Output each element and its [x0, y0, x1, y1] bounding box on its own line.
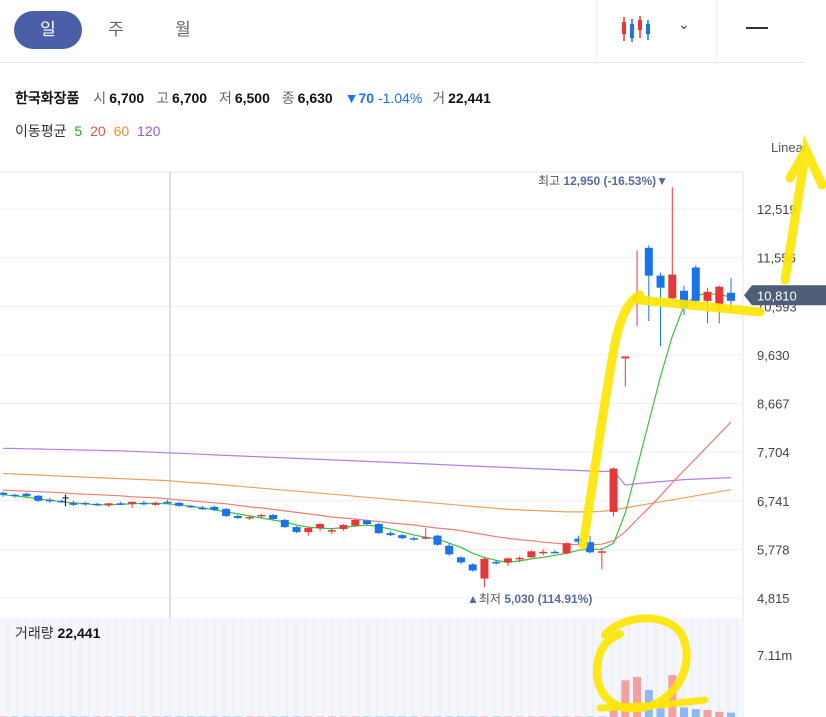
volume-bar — [715, 711, 724, 717]
candle-body — [656, 275, 665, 288]
candle-body — [292, 527, 301, 533]
candle-body — [92, 503, 101, 506]
candle-body — [304, 528, 313, 533]
volume-bar — [691, 709, 700, 717]
volume-panel-value: 22,441 — [58, 625, 101, 641]
max-marker: ▼ — [656, 174, 668, 188]
candle-body — [280, 519, 289, 528]
ma120-line — [2, 447, 732, 486]
candle-body — [703, 291, 712, 301]
candle-body — [668, 274, 677, 299]
volume-bar — [680, 707, 689, 717]
current-price-label: 10,810 — [757, 288, 797, 303]
candle-body — [727, 292, 735, 301]
y-tick-label: 4,815 — [757, 591, 790, 606]
candle-body — [163, 501, 172, 504]
max-value: 12,950 (-16.53%) — [563, 174, 656, 188]
candle-body — [104, 503, 113, 506]
volume-max-tick: 7.11m — [757, 648, 792, 663]
y-tick-label: 5,778 — [757, 542, 790, 557]
candle-body — [445, 545, 454, 555]
min-price-annotation: ▲최저 5,030 (114.91%) — [467, 592, 592, 606]
candle-body — [691, 267, 700, 301]
candle-body — [10, 494, 19, 497]
max-price-annotation: 최고 12,950 (-16.53%)▼ — [538, 174, 668, 188]
candle-body — [81, 502, 90, 505]
candle-body — [515, 557, 524, 560]
ma60-line — [2, 472, 732, 513]
min-marker: ▲ — [467, 592, 479, 606]
candle-body — [503, 558, 512, 563]
candle-body — [151, 502, 160, 505]
candle-body — [550, 551, 559, 554]
max-label: 최고 — [538, 174, 563, 188]
candle-body — [198, 507, 207, 510]
candle-body — [715, 286, 724, 305]
candle-body — [233, 515, 242, 518]
candle-body — [398, 535, 407, 539]
candle-body — [468, 564, 477, 571]
volume-bar — [609, 710, 618, 717]
candle-body — [128, 501, 137, 504]
candle-body — [339, 525, 348, 530]
candle-body — [386, 533, 395, 536]
candle-body — [175, 502, 184, 506]
candle-body — [210, 506, 219, 510]
candle-body — [186, 505, 195, 508]
candle-body — [351, 519, 360, 526]
candle-body — [456, 557, 465, 563]
candle-body — [22, 493, 31, 497]
candle-body — [45, 499, 54, 502]
candle-body — [480, 558, 489, 579]
candle-body — [327, 530, 336, 532]
candle-body — [597, 551, 606, 553]
candle-body — [421, 537, 430, 539]
candle-body — [245, 516, 254, 519]
volume-bar — [727, 712, 735, 717]
y-tick-label: 6,741 — [757, 494, 790, 509]
candle-body — [0, 492, 7, 495]
candle-body — [409, 538, 418, 540]
candle-body — [269, 514, 278, 519]
candle-body — [539, 551, 548, 554]
candle-body — [433, 535, 442, 545]
volume-panel — [0, 618, 743, 717]
candle-body — [222, 508, 231, 516]
y-tick-label: 9,630 — [757, 348, 790, 363]
candle-body — [316, 524, 325, 529]
candle-body — [621, 356, 630, 359]
candle-body — [527, 551, 536, 558]
candle-body — [34, 495, 43, 501]
candle-body — [363, 520, 371, 525]
y-tick-label: 8,667 — [757, 397, 790, 412]
volume-bar — [703, 710, 712, 717]
price-chart[interactable]: 12,51911,55610,5939,6308,6677,7046,7415,… — [0, 0, 826, 717]
candle-body — [492, 561, 501, 564]
candle-body — [257, 514, 266, 517]
highlight-line — [635, 295, 765, 317]
cursor-marker: † — [62, 493, 69, 509]
min-label: 최저 — [479, 592, 504, 606]
candle-body — [644, 247, 653, 276]
candle-body — [139, 502, 148, 505]
min-value: 5,030 (114.91%) — [504, 592, 592, 606]
candle-body — [116, 503, 125, 505]
candle-body — [69, 502, 78, 505]
ma20-line — [2, 421, 732, 546]
y-tick-label: 12,519 — [757, 202, 797, 217]
y-tick-label: 7,704 — [757, 445, 790, 460]
volume-panel-label: 거래량 22,441 — [15, 625, 101, 641]
candle-body — [562, 543, 571, 554]
candle-body — [374, 524, 383, 534]
candle-body — [609, 468, 618, 512]
